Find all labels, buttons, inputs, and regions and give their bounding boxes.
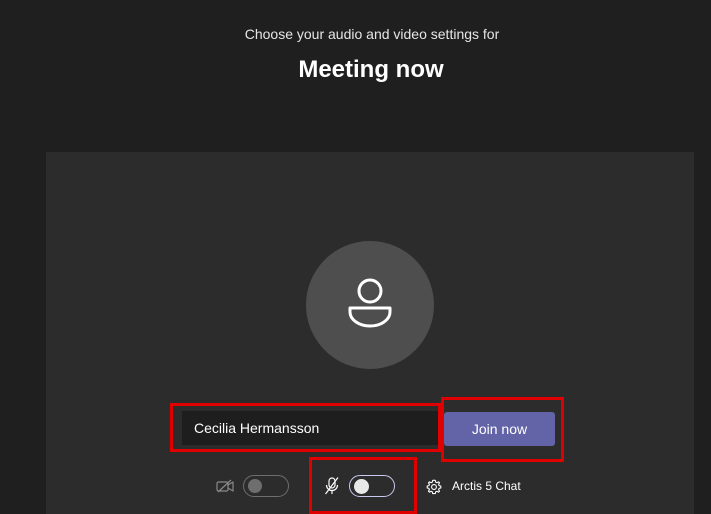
device-controls: Arctis 5 Chat [46,152,694,514]
video-off-icon[interactable] [216,479,234,493]
audio-device-label[interactable]: Arctis 5 Chat [452,479,521,493]
camera-toggle[interactable] [243,475,289,497]
pre-join-screen: Choose your audio and video settings for… [0,0,711,514]
mic-off-icon[interactable] [324,476,340,496]
camera-toggle-knob [248,479,262,493]
microphone-toggle-knob [354,478,369,494]
microphone-toggle[interactable] [349,475,395,497]
gear-icon[interactable] [426,479,442,495]
video-preview: Join now [46,152,694,514]
meeting-title: Meeting now [298,56,444,83]
settings-subtitle: Choose your audio and video settings for [244,26,500,42]
